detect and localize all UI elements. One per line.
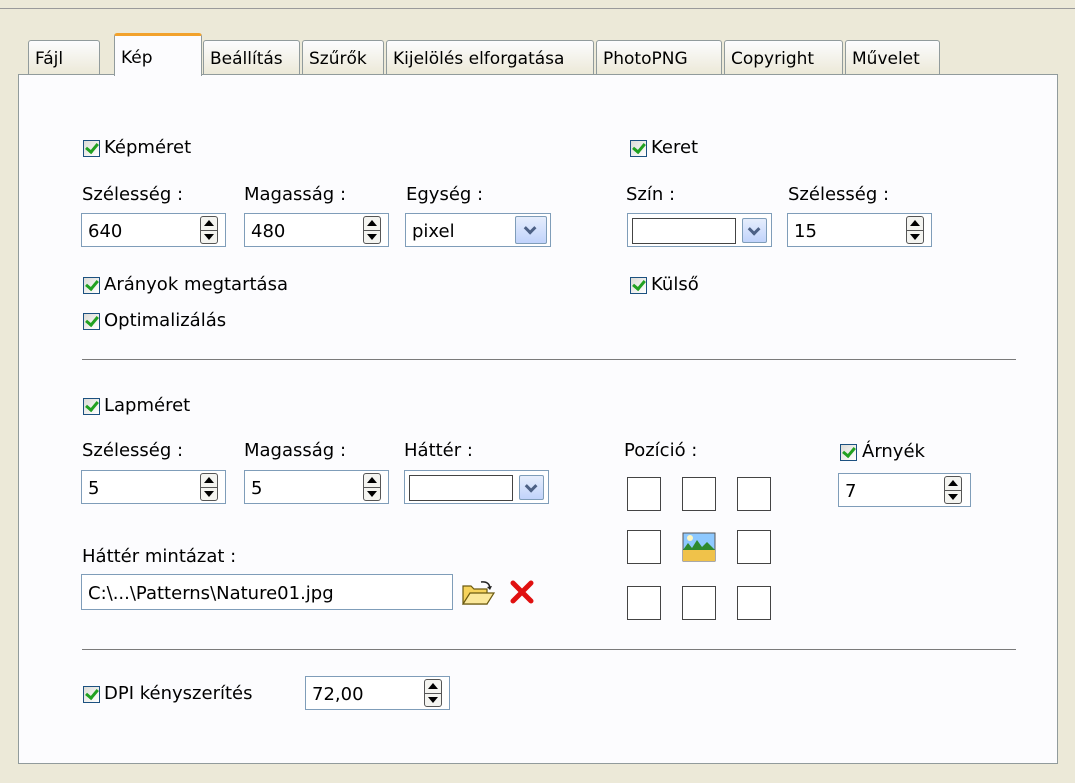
position-middle-left[interactable] — [627, 530, 661, 564]
image-thumbnail-icon — [682, 532, 716, 562]
window-bottom-edge — [0, 773, 1075, 783]
pattern-path-input[interactable]: C:\...\Patterns\Nature01.jpg — [81, 574, 453, 610]
page-width-label: Szélesség : — [82, 440, 184, 461]
border-color-label: Szín : — [626, 184, 676, 205]
tab-panel — [18, 74, 1058, 764]
border-width-label: Szélesség : — [788, 184, 890, 205]
outer-border-label: Külső — [651, 274, 699, 295]
unit-dropdown-button[interactable] — [515, 216, 547, 244]
separator-1 — [82, 359, 1016, 360]
background-dropdown-button[interactable] — [519, 475, 544, 500]
outer-border-checkbox[interactable] — [630, 277, 647, 294]
position-top-right[interactable] — [737, 477, 771, 511]
tab-settings[interactable]: Beállítás — [203, 40, 300, 74]
border-label: Keret — [651, 137, 699, 158]
page-height-label: Magasság : — [244, 440, 347, 461]
position-top-left[interactable] — [627, 477, 661, 511]
image-height-spinner[interactable] — [363, 216, 381, 244]
page-width-spinner[interactable] — [200, 473, 218, 501]
image-size-checkbox[interactable] — [83, 140, 100, 157]
tab-file[interactable]: Fájl — [28, 40, 100, 74]
unit-label: Egység : — [406, 184, 484, 205]
page-height-spinner[interactable] — [363, 473, 381, 501]
tab-image[interactable]: Kép — [114, 33, 202, 76]
tab-rotate-selection[interactable]: Kijelölés elforgatása — [386, 40, 594, 74]
delete-icon[interactable] — [509, 579, 535, 605]
background-color-swatch — [409, 475, 513, 501]
position-bottom-right[interactable] — [737, 586, 771, 620]
image-width-label: Szélesség : — [82, 184, 184, 205]
window-frame — [0, 0, 1075, 9]
position-bottom-left[interactable] — [627, 586, 661, 620]
dpi-spinner[interactable] — [424, 679, 442, 707]
tab-operation[interactable]: Művelet — [845, 40, 940, 74]
dpi-label: DPI kényszerítés — [104, 683, 253, 704]
keep-ratio-label: Arányok megtartása — [104, 274, 288, 295]
separator-2 — [82, 649, 1016, 650]
tab-filters[interactable]: Szűrők — [302, 40, 384, 74]
optimize-checkbox[interactable] — [83, 313, 100, 330]
background-label: Háttér : — [404, 440, 473, 461]
shadow-label: Árnyék — [862, 441, 925, 462]
position-label: Pozíció : — [624, 440, 698, 461]
optimize-label: Optimalizálás — [104, 310, 227, 331]
page-size-checkbox[interactable] — [83, 398, 100, 415]
page-size-label: Lapméret — [104, 395, 191, 416]
image-height-label: Magasság : — [244, 184, 347, 205]
shadow-checkbox[interactable] — [840, 444, 857, 461]
tab-photopng[interactable]: PhotoPNG — [596, 40, 722, 74]
pattern-label: Háttér mintázat : — [82, 546, 237, 567]
border-color-dropdown-button[interactable] — [742, 218, 767, 243]
image-width-spinner[interactable] — [200, 216, 218, 244]
position-middle-right[interactable] — [737, 530, 771, 564]
keep-ratio-checkbox[interactable] — [83, 277, 100, 294]
position-bottom-center[interactable] — [682, 586, 716, 620]
position-center[interactable] — [682, 530, 716, 564]
shadow-spinner[interactable] — [944, 476, 962, 504]
image-size-label: Képméret — [104, 137, 192, 158]
border-width-spinner[interactable] — [906, 216, 924, 244]
position-top-center[interactable] — [682, 477, 716, 511]
open-folder-icon[interactable] — [461, 580, 496, 606]
tab-copyright[interactable]: Copyright — [724, 40, 843, 74]
border-checkbox[interactable] — [630, 140, 647, 157]
border-color-swatch — [632, 218, 736, 244]
dpi-checkbox[interactable] — [83, 686, 100, 703]
